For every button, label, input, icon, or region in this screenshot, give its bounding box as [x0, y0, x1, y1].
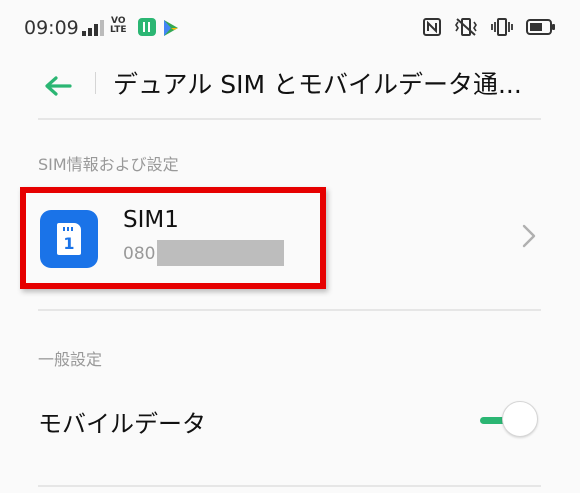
back-arrow-icon	[45, 76, 72, 96]
nfc-icon	[423, 18, 441, 36]
sim-card-icon: 1	[40, 210, 98, 268]
app-header: デュアル SIM とモバイルデータ通...	[0, 60, 580, 120]
back-button[interactable]	[38, 66, 78, 106]
mobile-data-toggle[interactable]	[478, 400, 542, 440]
section-label-sim-info: SIM情報および設定	[38, 155, 179, 174]
section-label-general: 一般設定	[38, 350, 103, 369]
header-divider	[95, 72, 96, 94]
vibrate-mode-icon	[491, 18, 513, 36]
divider	[38, 485, 541, 487]
sim1-number: 080	[123, 244, 156, 264]
toggle-knob	[502, 401, 538, 437]
play-store-icon	[164, 20, 178, 36]
app-icon	[138, 18, 156, 36]
sim-card-shape: 1	[57, 223, 81, 255]
redacted-number	[157, 240, 284, 266]
status-time: 09:09	[24, 17, 79, 39]
page-title: デュアル SIM とモバイルデータ通...	[113, 70, 522, 99]
sim1-title: SIM1	[123, 207, 179, 233]
mobile-data-label: モバイルデータ	[38, 410, 206, 438]
vibrate-icon	[455, 18, 477, 36]
volte-icon: VO LTE	[110, 17, 127, 35]
divider	[38, 118, 541, 120]
sim1-row[interactable]: 1 SIM1 080	[0, 182, 580, 292]
sim-card-number: 1	[63, 234, 75, 253]
signal-icon	[82, 20, 104, 36]
status-bar: 09:09 VO LTE	[0, 0, 580, 60]
divider	[38, 309, 541, 311]
battery-icon	[526, 19, 555, 35]
chevron-right-icon	[522, 224, 536, 248]
volte-bottom-label: LTE	[110, 25, 127, 35]
